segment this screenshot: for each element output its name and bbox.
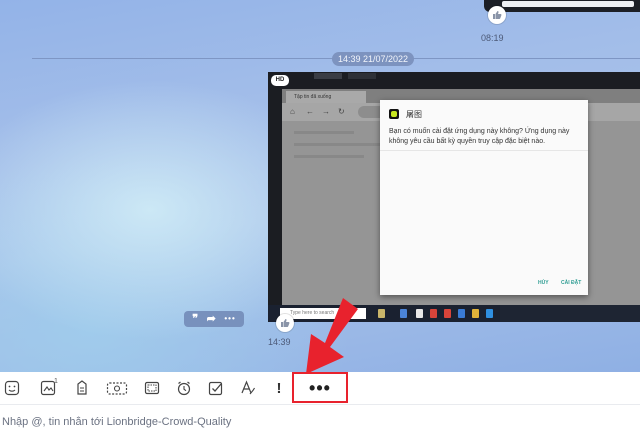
message-hover-actions: ❞ ➦ ••• xyxy=(184,311,244,327)
task-icon[interactable] xyxy=(206,378,226,398)
dialog-cancel-button: HỦY xyxy=(538,280,549,286)
image-icon[interactable] xyxy=(72,378,92,398)
hd-badge: HD xyxy=(271,75,289,86)
format-icon[interactable] xyxy=(238,378,258,398)
attachment-icon[interactable] xyxy=(104,378,130,398)
sticker-icon[interactable]: 1 xyxy=(34,378,64,398)
windows-taskbar: Type here to search xyxy=(268,305,640,322)
previous-image-content xyxy=(502,1,634,7)
dialog-message: Bạn có muốn cài đặt ứng dụng này không? … xyxy=(389,128,570,145)
taskbar-tray xyxy=(500,305,640,322)
more-icon: ••• xyxy=(309,377,331,398)
taskbar-app-icon xyxy=(400,309,407,318)
window-tab-strip xyxy=(306,72,640,82)
emoji-icon[interactable] xyxy=(2,378,22,398)
taskbar-app-icon xyxy=(486,309,493,318)
message-input[interactable] xyxy=(2,411,632,433)
like-icon[interactable] xyxy=(488,6,506,24)
page-line xyxy=(294,143,384,146)
taskbar-app-icon xyxy=(378,309,385,318)
reload-icon: ↻ xyxy=(338,107,345,116)
previous-image-message[interactable] xyxy=(484,0,640,12)
screenshot-icon[interactable] xyxy=(142,378,162,398)
window-tab xyxy=(314,73,342,79)
back-icon: ← xyxy=(306,107,314,116)
home-icon: ⌂ xyxy=(290,107,295,116)
page-line xyxy=(294,131,354,134)
important-icon[interactable]: ! xyxy=(272,378,286,398)
forward-icon[interactable]: ➦ xyxy=(207,311,216,327)
message-more-icon[interactable]: ••• xyxy=(224,311,235,327)
window-tab xyxy=(348,73,376,79)
taskbar-app-icon xyxy=(444,309,451,318)
message-time: 08:19 xyxy=(481,33,504,43)
dialog-install-button: CÀI ĐẶT xyxy=(561,280,582,286)
dialog-app-name: 屠图 xyxy=(406,110,422,119)
quote-icon[interactable]: ❞ xyxy=(192,311,198,327)
install-dialog: 屠图 Bạn có muốn cài đặt ứng dụng này khôn… xyxy=(380,100,588,295)
reminder-icon[interactable] xyxy=(174,378,194,398)
taskbar-search: Type here to search xyxy=(280,308,366,319)
page-line xyxy=(294,155,364,158)
browser-tab: Tập tin đã xuống xyxy=(286,91,366,103)
message-composer xyxy=(0,404,640,440)
taskbar-app-icon xyxy=(472,309,479,318)
app-icon xyxy=(389,109,399,119)
taskbar-app-icon xyxy=(416,309,423,318)
dialog-divider xyxy=(380,150,588,151)
chat-area: 08:19 14:39 21/07/2022 Tập tin đã xuống … xyxy=(0,0,640,372)
taskbar-app-icon xyxy=(430,309,437,318)
forward-nav-icon: → xyxy=(322,107,330,116)
more-button[interactable]: ••• xyxy=(292,372,348,403)
sticker-badge: 1 xyxy=(54,378,58,385)
taskbar-app-icon xyxy=(458,309,465,318)
like-icon[interactable] xyxy=(276,314,294,332)
message-time: 14:39 xyxy=(268,337,291,347)
date-separator: 14:39 21/07/2022 xyxy=(332,52,414,66)
